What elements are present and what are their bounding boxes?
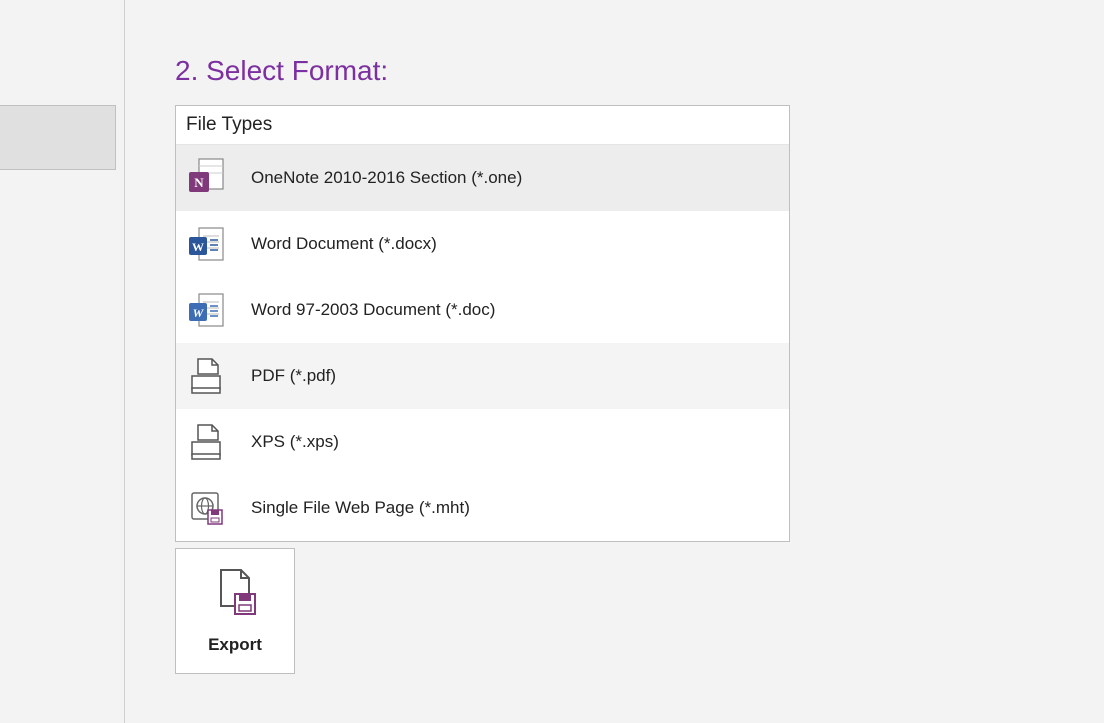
file-type-doc[interactable]: W Word 97-2003 Document (*.doc) bbox=[176, 277, 789, 343]
sidebar-button[interactable] bbox=[0, 105, 116, 170]
file-type-label: Word 97-2003 Document (*.doc) bbox=[251, 300, 495, 320]
file-types-panel: File Types N OneNote 2010-2016 Section (… bbox=[175, 105, 790, 542]
pdf-icon bbox=[186, 356, 226, 396]
svg-text:W: W bbox=[192, 240, 204, 254]
word-doc-icon: W bbox=[186, 290, 226, 330]
file-type-label: XPS (*.xps) bbox=[251, 432, 339, 452]
file-type-label: OneNote 2010-2016 Section (*.one) bbox=[251, 168, 522, 188]
word-docx-icon: W bbox=[186, 224, 226, 264]
file-type-xps[interactable]: XPS (*.xps) bbox=[176, 409, 789, 475]
file-type-label: Word Document (*.docx) bbox=[251, 234, 437, 254]
file-type-onenote[interactable]: N OneNote 2010-2016 Section (*.one) bbox=[176, 145, 789, 211]
export-button[interactable]: Export bbox=[175, 548, 295, 674]
section-heading: 2. Select Format: bbox=[175, 55, 875, 87]
mht-icon bbox=[186, 488, 226, 528]
export-label: Export bbox=[208, 635, 262, 655]
file-type-docx[interactable]: W Word Document (*.docx) bbox=[176, 211, 789, 277]
file-type-pdf[interactable]: PDF (*.pdf) bbox=[176, 343, 789, 409]
svg-text:N: N bbox=[194, 175, 204, 190]
onenote-icon: N bbox=[186, 158, 226, 198]
file-type-label: Single File Web Page (*.mht) bbox=[251, 498, 470, 518]
file-type-label: PDF (*.pdf) bbox=[251, 366, 336, 386]
svg-text:W: W bbox=[193, 306, 205, 320]
xps-icon bbox=[186, 422, 226, 462]
content-divider bbox=[124, 0, 125, 723]
panel-header: File Types bbox=[176, 106, 789, 145]
export-icon bbox=[213, 568, 257, 621]
main-area: 2. Select Format: File Types N OneNote 2… bbox=[175, 55, 875, 674]
file-type-mht[interactable]: Single File Web Page (*.mht) bbox=[176, 475, 789, 541]
